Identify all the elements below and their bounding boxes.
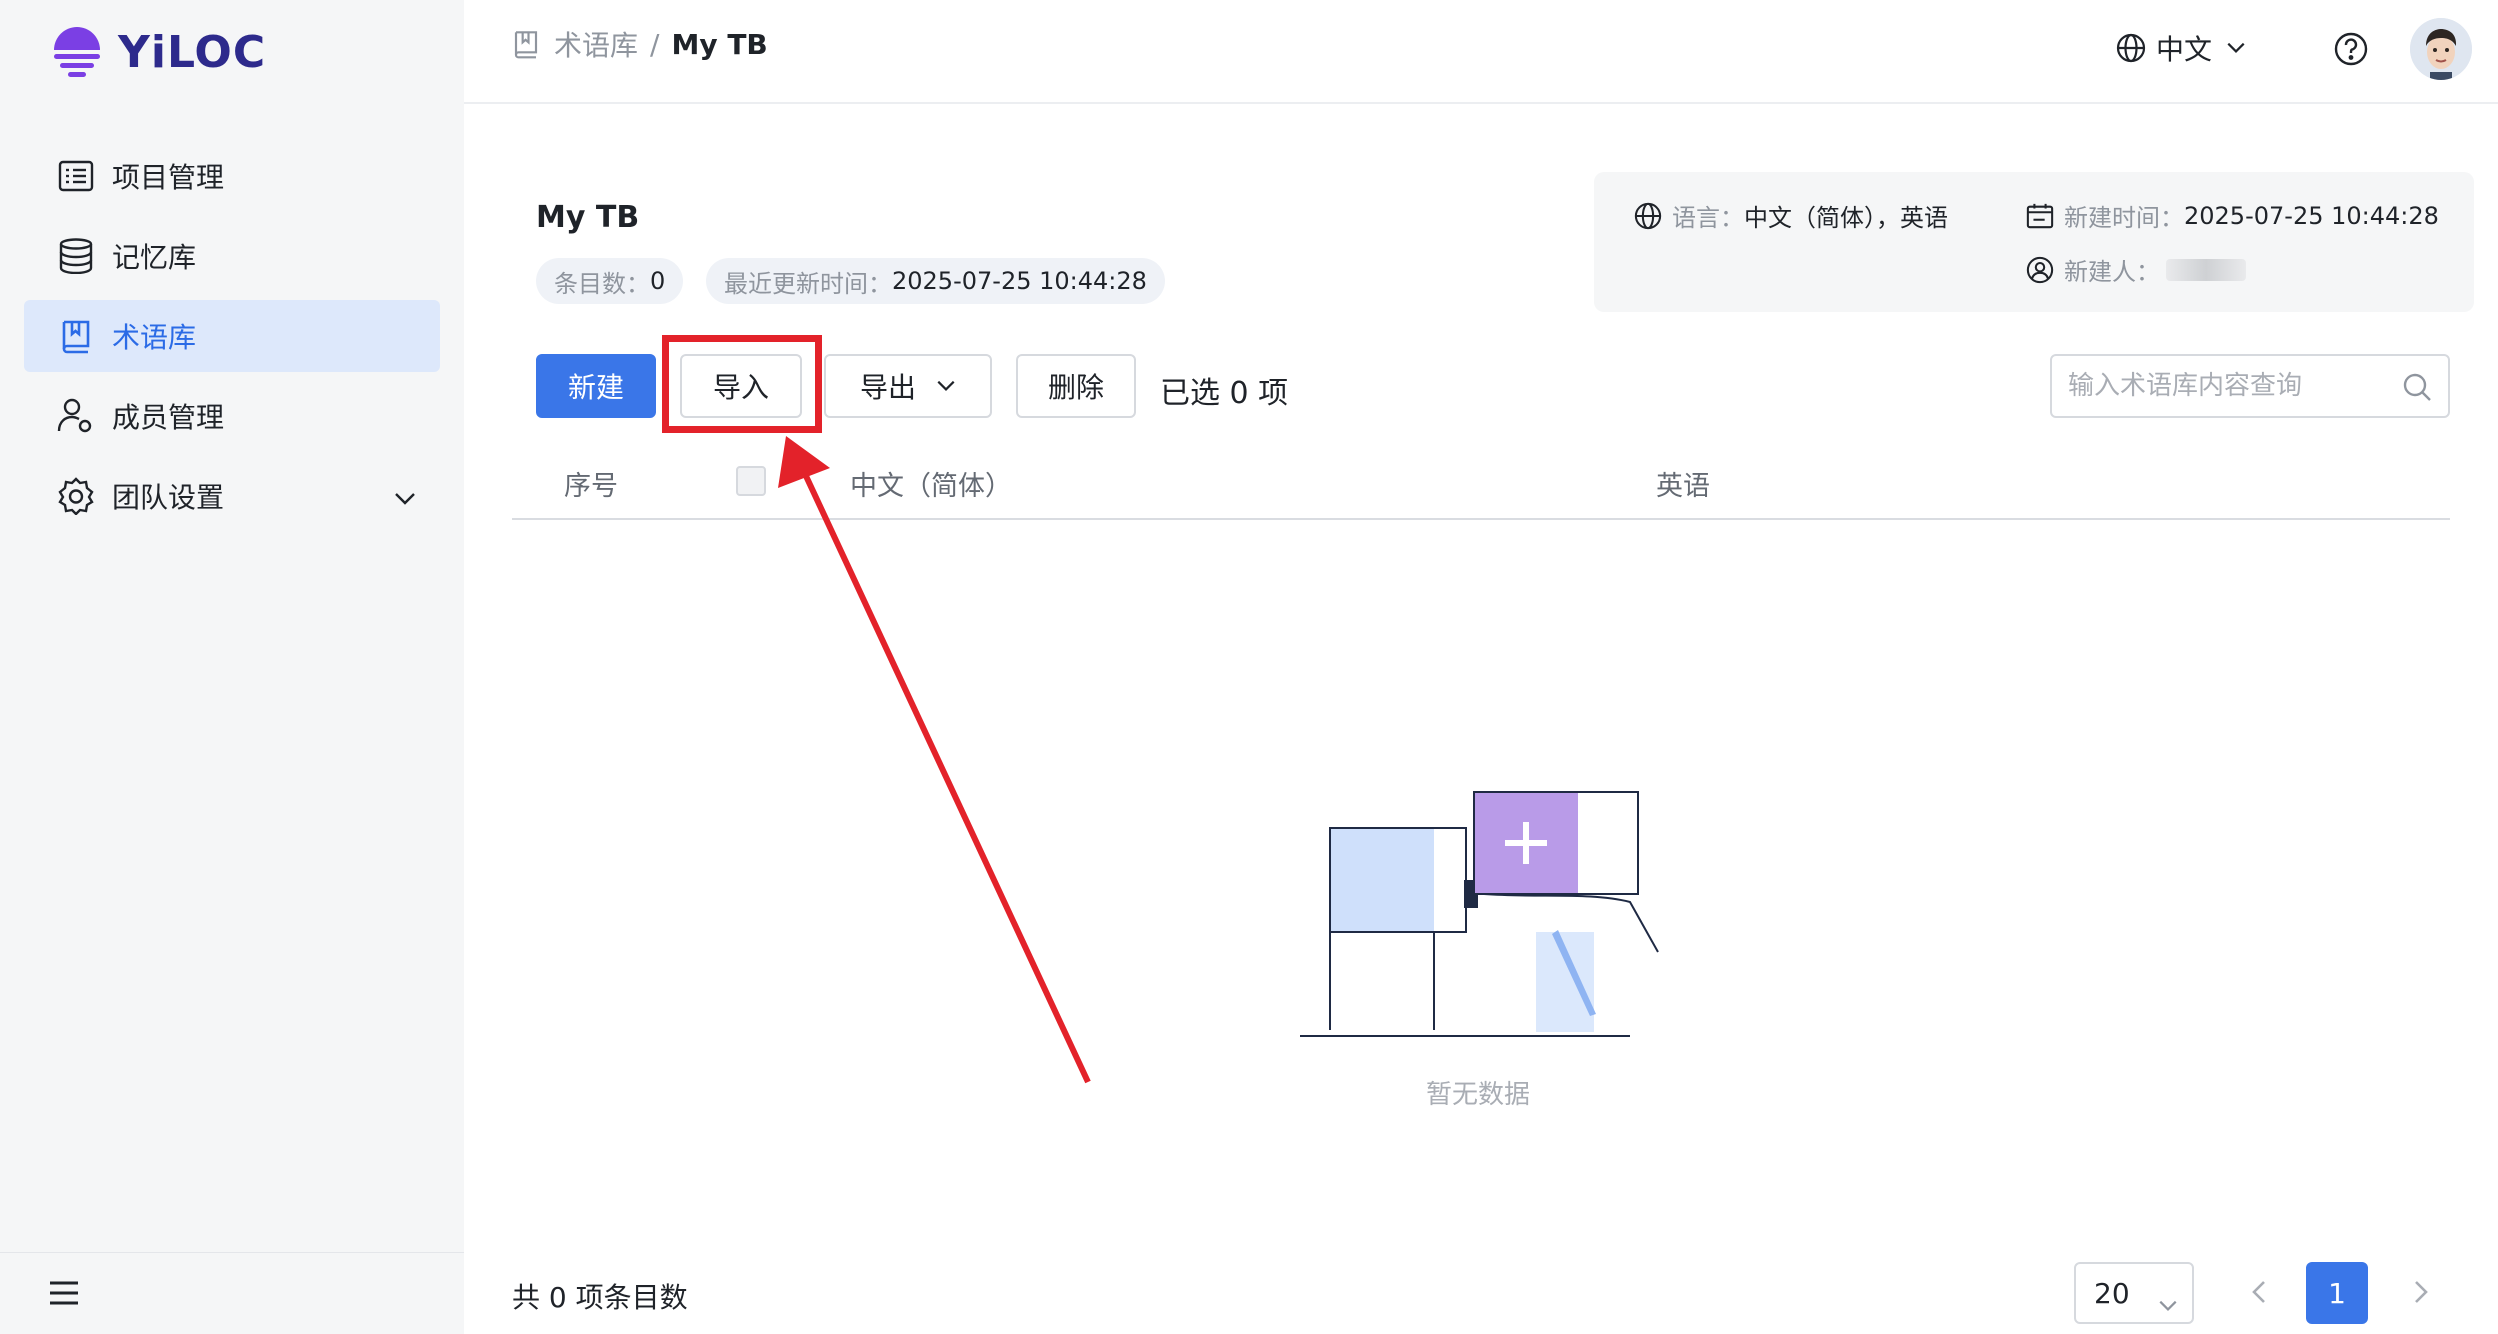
new-term-button[interactable]: 新建 bbox=[536, 354, 656, 418]
sidebar-item-memory[interactable]: 记忆库 bbox=[24, 220, 440, 292]
language-switcher[interactable]: 中文 bbox=[2116, 28, 2246, 68]
sidebar-item-projects[interactable]: 项目管理 bbox=[24, 140, 440, 212]
sidebar-item-label: 成员管理 bbox=[112, 401, 225, 434]
info-created-time: 新建时间： 2025-07-25 10:44:28 bbox=[2026, 198, 2439, 233]
globe-icon bbox=[1634, 202, 1662, 229]
database-icon bbox=[56, 236, 96, 276]
column-english: 英语 bbox=[1656, 471, 1710, 502]
chevron-down-icon bbox=[2158, 1286, 2178, 1319]
entry-count-label: 条目数： bbox=[554, 269, 650, 298]
total-count: 共 0 项条目数 bbox=[512, 1281, 688, 1314]
book-icon bbox=[56, 316, 96, 356]
page-size-select[interactable]: 20 bbox=[2074, 1262, 2194, 1324]
info-created-label: 新建时间： bbox=[2064, 204, 2184, 232]
search-icon[interactable] bbox=[2402, 372, 2432, 406]
breadcrumb-current: My TB bbox=[671, 27, 768, 61]
user-gear-icon bbox=[56, 396, 96, 436]
info-language: 语言： 中文（简体），英语 bbox=[1634, 198, 1948, 233]
list-icon bbox=[56, 156, 96, 196]
info-language-value: 中文（简体），英语 bbox=[1744, 204, 1948, 232]
calendar-icon bbox=[2026, 203, 2054, 228]
delete-button[interactable]: 删除 bbox=[1016, 354, 1136, 418]
sidebar-item-label: 项目管理 bbox=[112, 161, 225, 194]
sidebar-item-label: 术语库 bbox=[112, 321, 197, 354]
language-label: 中文 bbox=[2156, 33, 2213, 66]
breadcrumb-separator: / bbox=[650, 27, 660, 61]
creator-name-redacted bbox=[2166, 258, 2246, 281]
next-page-icon[interactable] bbox=[2404, 1276, 2436, 1308]
column-index: 序号 bbox=[564, 471, 618, 502]
column-chinese: 中文（简体） bbox=[850, 471, 1012, 502]
export-button[interactable]: 导出 bbox=[824, 354, 992, 418]
sidebar-item-label: 团队设置 bbox=[112, 481, 225, 514]
sidebar-item-team-settings[interactable]: 团队设置 bbox=[24, 460, 440, 532]
globe-icon bbox=[2116, 33, 2146, 63]
breadcrumb: 术语库 / My TB bbox=[512, 24, 768, 64]
info-created-value: 2025-07-25 10:44:28 bbox=[2184, 201, 2439, 230]
entry-count-value: 0 bbox=[650, 267, 666, 295]
avatar[interactable] bbox=[2410, 18, 2472, 80]
search-input[interactable] bbox=[2068, 371, 2388, 401]
updated-time-tag: 最近更新时间： 2025-07-25 10:44:28 bbox=[706, 258, 1165, 304]
chevron-down-icon bbox=[394, 480, 416, 513]
selected-count: 已选 0 项 bbox=[1160, 376, 1289, 411]
empty-state-text: 暂无数据 bbox=[1426, 1080, 1531, 1110]
top-header: 术语库 / My TB 中文 bbox=[464, 0, 2498, 104]
updated-time-label: 最近更新时间： bbox=[724, 269, 892, 298]
page-number-current[interactable]: 1 bbox=[2306, 1262, 2368, 1324]
logo-text: YiLOC bbox=[118, 26, 267, 78]
info-creator: 新建人： bbox=[2026, 252, 2246, 287]
sidebar-item-termbase[interactable]: 术语库 bbox=[24, 300, 440, 372]
info-language-label: 语言： bbox=[1672, 204, 1744, 232]
search-box bbox=[2050, 354, 2450, 418]
gear-icon bbox=[56, 476, 96, 516]
empty-illustration bbox=[1290, 780, 1690, 1110]
sidebar-nav: 项目管理 记忆库 术语库 成员管理 团队设置 bbox=[24, 140, 440, 540]
sidebar-item-members[interactable]: 成员管理 bbox=[24, 380, 440, 452]
sidebar-footer bbox=[0, 1252, 464, 1334]
sidebar: YiLOC 项目管理 记忆库 术语库 成员管理 团队设置 bbox=[0, 0, 464, 1334]
export-label: 导出 bbox=[859, 372, 916, 403]
import-highlight-box bbox=[662, 335, 822, 433]
select-all-checkbox[interactable] bbox=[736, 466, 766, 496]
table-header: 序号 中文（简体） 英语 bbox=[512, 450, 2450, 520]
logo-icon bbox=[54, 27, 100, 77]
termbase-title: My TB bbox=[536, 200, 640, 235]
menu-icon[interactable] bbox=[48, 1279, 80, 1311]
chevron-down-icon bbox=[2227, 42, 2245, 54]
page-size-value: 20 bbox=[2094, 1276, 2130, 1310]
info-creator-label: 新建人： bbox=[2064, 258, 2160, 286]
user-circle-icon bbox=[2026, 256, 2054, 283]
entry-count-tag: 条目数： 0 bbox=[536, 258, 684, 304]
help-icon[interactable] bbox=[2334, 32, 2368, 70]
termbase-info-card: 语言： 中文（简体），英语 新建时间： 2025-07-25 10:44:28 … bbox=[1594, 172, 2474, 312]
book-icon bbox=[514, 31, 538, 59]
prev-page-icon[interactable] bbox=[2244, 1276, 2276, 1308]
chevron-down-icon bbox=[937, 380, 955, 392]
updated-time-value: 2025-07-25 10:44:28 bbox=[892, 267, 1147, 295]
sidebar-item-label: 记忆库 bbox=[112, 241, 197, 274]
logo[interactable]: YiLOC bbox=[50, 22, 266, 82]
breadcrumb-parent[interactable]: 术语库 bbox=[554, 24, 638, 64]
